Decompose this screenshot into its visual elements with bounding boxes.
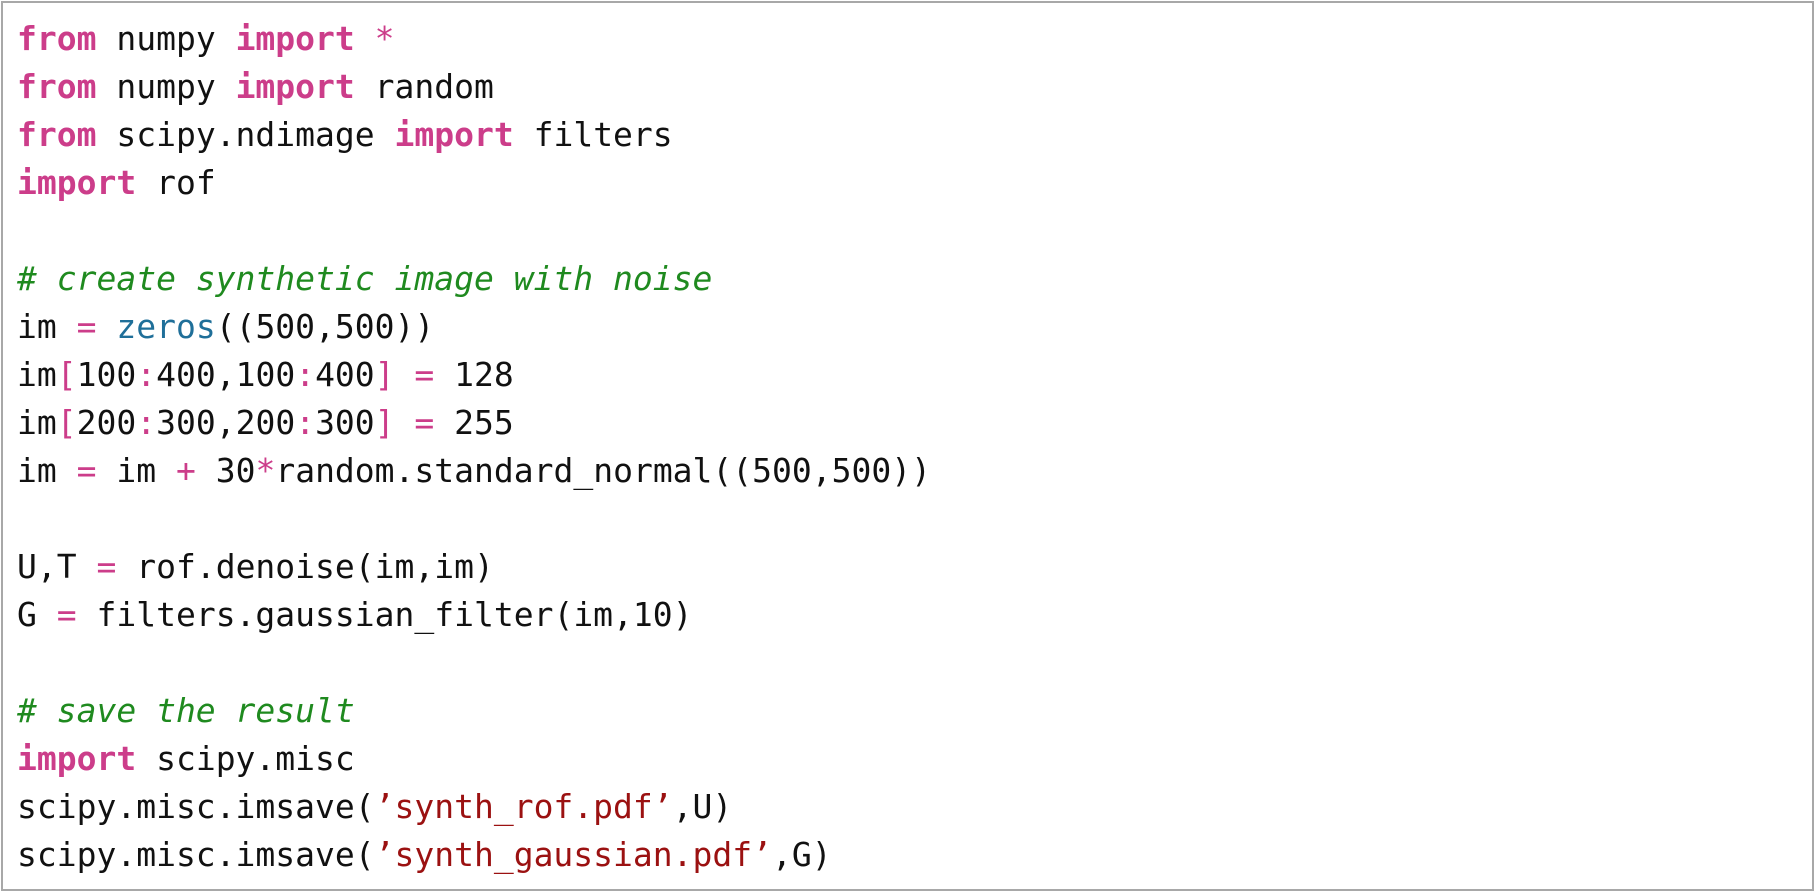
operator-token: = <box>76 307 97 346</box>
code-line: im[200:300,200:300] = 255 <box>17 399 931 447</box>
code-line: im[100:400,100:400] = 128 <box>17 351 931 399</box>
code-line: from numpy import * <box>17 15 931 63</box>
code-line: scipy.misc.imsave(’synth_rof.pdf’,U) <box>17 783 931 831</box>
text-token: im <box>17 307 77 346</box>
text-token: 300,200 <box>156 403 296 442</box>
text-token: filters.gaussian_filter(im,10) <box>76 595 693 634</box>
operator-token: = <box>56 595 77 634</box>
operator-token: : <box>295 403 316 442</box>
text-token: 128 <box>434 355 514 394</box>
text-token: numpy <box>96 67 236 106</box>
code-line: from numpy import random <box>17 63 931 111</box>
operator-token: = <box>414 403 435 442</box>
code-line: im = im + 30*random.standard_normal((500… <box>17 447 931 495</box>
text-token: ,G) <box>771 835 832 874</box>
blank-code-line <box>17 207 931 255</box>
code-listing-frame: from numpy import * from numpy import ran… <box>1 1 1814 891</box>
keyword-token: import <box>235 19 355 58</box>
function-token: zeros <box>116 307 216 346</box>
operator-token: [ <box>56 355 77 394</box>
code-line: import scipy.misc <box>17 735 931 783</box>
keyword-token: from <box>17 19 97 58</box>
text-token: im <box>17 355 57 394</box>
text-token: rof.denoise(im,im) <box>116 547 494 586</box>
text-token: numpy <box>96 19 236 58</box>
text-token: im <box>17 403 57 442</box>
comment-token: # save the result <box>17 691 355 730</box>
keyword-token: import <box>17 739 137 778</box>
operator-token: ] <box>374 355 395 394</box>
comment-token: # create synthetic image with noise <box>17 259 713 298</box>
string-token: ’synth_gaussian.pdf’ <box>374 835 772 874</box>
text-token: random <box>354 67 494 106</box>
code-line: # create synthetic image with noise <box>17 255 931 303</box>
text-token: rof <box>136 163 216 202</box>
text-token: G <box>17 595 57 634</box>
code-line: import rof <box>17 159 931 207</box>
text-token: scipy.ndimage <box>96 115 395 154</box>
code-line: U,T = rof.denoise(im,im) <box>17 543 931 591</box>
blank-code-line <box>17 495 931 543</box>
text-token: ,U) <box>672 787 733 826</box>
text-token: im <box>96 451 176 490</box>
operator-token: = <box>96 547 117 586</box>
blank-code-line <box>17 639 931 687</box>
operator-token: : <box>295 355 316 394</box>
keyword-token: from <box>17 67 97 106</box>
keyword-token: import <box>17 163 137 202</box>
code-line: scipy.misc.imsave(’synth_gaussian.pdf’,G… <box>17 831 931 879</box>
operator-token: ] <box>374 403 395 442</box>
text-token: 30 <box>195 451 256 490</box>
keyword-token: import <box>394 115 514 154</box>
code-line: G = filters.gaussian_filter(im,10) <box>17 591 931 639</box>
operator-token: = <box>414 355 435 394</box>
keyword-token: from <box>17 115 97 154</box>
operator-token: : <box>136 355 157 394</box>
code-listing: from numpy import * from numpy import ran… <box>17 15 931 879</box>
text-token: 300 <box>315 403 375 442</box>
string-token: ’synth_rof.pdf’ <box>374 787 673 826</box>
operator-token: * <box>374 19 395 58</box>
text-token: random.standard_normal((500,500)) <box>275 451 931 490</box>
text-token: 400,100 <box>156 355 296 394</box>
text-token: U,T <box>17 547 97 586</box>
text-token: scipy.misc <box>136 739 355 778</box>
code-line: from scipy.ndimage import filters <box>17 111 931 159</box>
keyword-token: import <box>235 67 355 106</box>
operator-token: * <box>255 451 276 490</box>
text-token: 200 <box>76 403 137 442</box>
text-token: scipy.misc.imsave( <box>17 787 375 826</box>
text-token: ((500,500)) <box>215 307 435 346</box>
text-token: 255 <box>434 403 514 442</box>
text-token: 100 <box>76 355 137 394</box>
text-token: scipy.misc.imsave( <box>17 835 375 874</box>
code-line: # save the result <box>17 687 931 735</box>
operator-token: = <box>76 451 97 490</box>
operator-token: [ <box>56 403 77 442</box>
operator-token: : <box>136 403 157 442</box>
code-line: im = zeros((500,500)) <box>17 303 931 351</box>
text-token: im <box>17 451 77 490</box>
operator-token: + <box>175 451 196 490</box>
text-token: filters <box>513 115 673 154</box>
text-token: 400 <box>315 355 375 394</box>
